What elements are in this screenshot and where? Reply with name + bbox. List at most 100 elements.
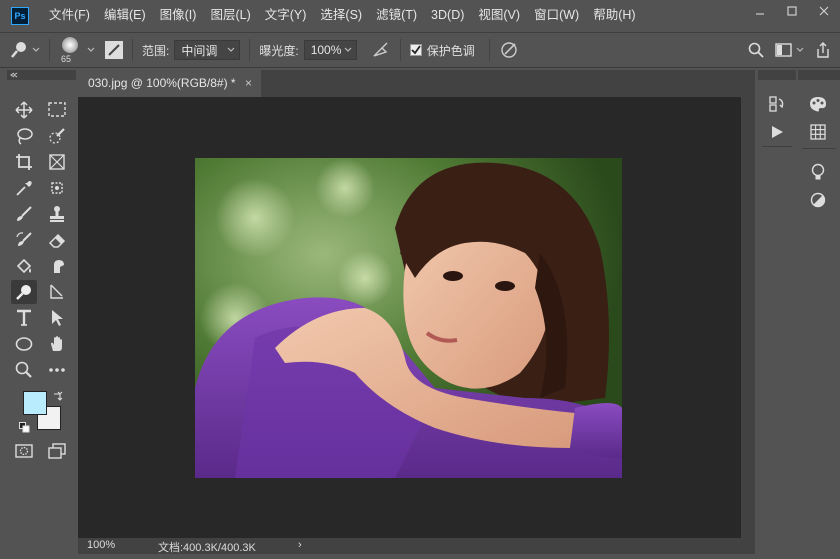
chevron-down-icon [344, 47, 352, 52]
swatches-panel-button[interactable] [806, 120, 830, 144]
search-button[interactable] [743, 38, 769, 62]
chevron-down-icon [32, 47, 40, 52]
checkmark-icon [411, 45, 421, 55]
menu-edit[interactable]: 编辑(E) [97, 0, 153, 31]
tool-preset-picker[interactable] [10, 41, 40, 59]
eyedropper-tool[interactable] [11, 176, 37, 200]
airbrush-icon [373, 42, 388, 57]
maximize-button[interactable] [776, 0, 808, 22]
smudge-icon [54, 260, 64, 273]
pen-icon [50, 284, 63, 299]
zoom-tool[interactable] [11, 358, 37, 382]
clone-stamp-tool[interactable] [44, 202, 70, 226]
options-bar: 65 范围: 中间调 曝光度: 100% 保护色调 [0, 32, 840, 68]
actions-panel-button[interactable] [765, 120, 789, 144]
exposure-label: 曝光度: [259, 43, 299, 58]
chevron-down-icon [796, 47, 804, 52]
checkbox-box [409, 44, 422, 56]
paint-bucket-tool[interactable] [11, 254, 37, 278]
menu-window[interactable]: 窗口(W) [527, 0, 586, 31]
paint-bucket-icon [16, 258, 32, 274]
screen-mode-icon [48, 443, 66, 459]
swap-icon [54, 391, 63, 401]
exposure-value: 100% [310, 43, 342, 57]
range-value: 中间调 [181, 43, 218, 58]
close-tab-icon[interactable]: × [245, 70, 252, 97]
share-button[interactable] [810, 38, 836, 62]
more-tools-button[interactable] [44, 358, 70, 382]
marquee-tool[interactable] [44, 98, 70, 122]
quick-mask-icon [15, 444, 33, 458]
history-brush-tool[interactable] [11, 228, 37, 252]
screen-mode-button[interactable] [44, 439, 70, 463]
zoom-icon [15, 361, 32, 378]
separator [249, 39, 251, 61]
menu-help[interactable]: 帮助(H) [586, 0, 642, 31]
ellipse-tool[interactable] [11, 332, 37, 356]
default-colors-button[interactable] [19, 422, 30, 433]
airbrush-button[interactable] [371, 40, 391, 60]
foreground-color-swatch[interactable] [23, 391, 47, 415]
frame-tool[interactable] [44, 150, 70, 174]
spot-healing-tool[interactable] [44, 176, 70, 200]
exposure-input[interactable]: 100% [303, 40, 357, 60]
range-dropdown[interactable]: 中间调 [174, 40, 241, 60]
type-tool[interactable] [11, 306, 37, 330]
history-panel-button[interactable] [765, 92, 789, 116]
marquee-icon [48, 102, 66, 117]
adjustments-icon [810, 192, 826, 208]
hand-tool[interactable] [44, 332, 70, 356]
menu-file[interactable]: 文件(F) [42, 0, 97, 31]
menu-filter[interactable]: 滤镜(T) [369, 0, 424, 31]
eraser-tool[interactable] [44, 228, 70, 252]
history-icon [769, 96, 784, 112]
menu-3d[interactable]: 3D(D) [424, 0, 471, 31]
menu-layer[interactable]: 图层(L) [203, 0, 257, 31]
search-icon [748, 42, 764, 58]
document-tab-title: 030.jpg @ 100%(RGB/8#) * [88, 76, 236, 90]
brush-picker[interactable]: 65 [59, 35, 95, 65]
smudge-tool[interactable] [44, 254, 70, 278]
arrow-select-icon [52, 310, 63, 326]
menu-view[interactable]: 视图(V) [471, 0, 527, 31]
canvas-image[interactable] [195, 158, 622, 478]
eraser-icon [48, 233, 66, 248]
quick-selection-tool[interactable] [44, 124, 70, 148]
crop-tool[interactable] [11, 150, 37, 174]
path-selection-tool[interactable] [44, 306, 70, 330]
separator [49, 39, 50, 61]
protect-tones-label: 保护色调 [426, 43, 475, 58]
close-window-button[interactable] [808, 0, 840, 22]
move-tool[interactable] [11, 98, 37, 122]
learn-panel-button[interactable] [806, 160, 830, 184]
dodge-tool[interactable] [11, 280, 37, 304]
workspace-switcher[interactable] [775, 43, 804, 57]
pen-tool[interactable] [44, 280, 70, 304]
swap-colors-button[interactable] [53, 390, 63, 401]
lasso-tool[interactable] [11, 124, 37, 148]
move-icon [15, 101, 33, 119]
document-tab[interactable]: 030.jpg @ 100%(RGB/8#) * × [78, 70, 261, 97]
collapsed-panel-dock-2 [798, 70, 840, 554]
adjustments-panel-button[interactable] [806, 188, 830, 212]
minimize-button[interactable] [744, 0, 776, 22]
panel-dock-header[interactable] [758, 70, 796, 80]
panel-dock-header[interactable] [798, 70, 840, 80]
ellipse-icon [15, 337, 33, 351]
quick-mask-button[interactable] [11, 439, 37, 463]
tools-panel-header[interactable] [7, 70, 76, 80]
brush-settings-button[interactable] [105, 41, 123, 59]
pressure-size-button[interactable] [499, 40, 519, 60]
menu-select[interactable]: 选择(S) [313, 0, 369, 31]
status-menu-arrow[interactable]: › [298, 539, 302, 551]
lightbulb-icon [811, 163, 825, 180]
brush-panel-icon [108, 44, 120, 56]
zoom-level[interactable]: 100% [87, 539, 115, 551]
brush-tool[interactable] [11, 202, 37, 226]
color-panel-button[interactable] [806, 92, 830, 116]
menu-image[interactable]: 图像(I) [153, 0, 204, 31]
menu-type[interactable]: 文字(Y) [258, 0, 314, 31]
window-controls [744, 0, 840, 22]
vertical-scrollbar[interactable] [741, 97, 755, 538]
protect-tones-checkbox[interactable]: 保护色调 [409, 42, 480, 59]
